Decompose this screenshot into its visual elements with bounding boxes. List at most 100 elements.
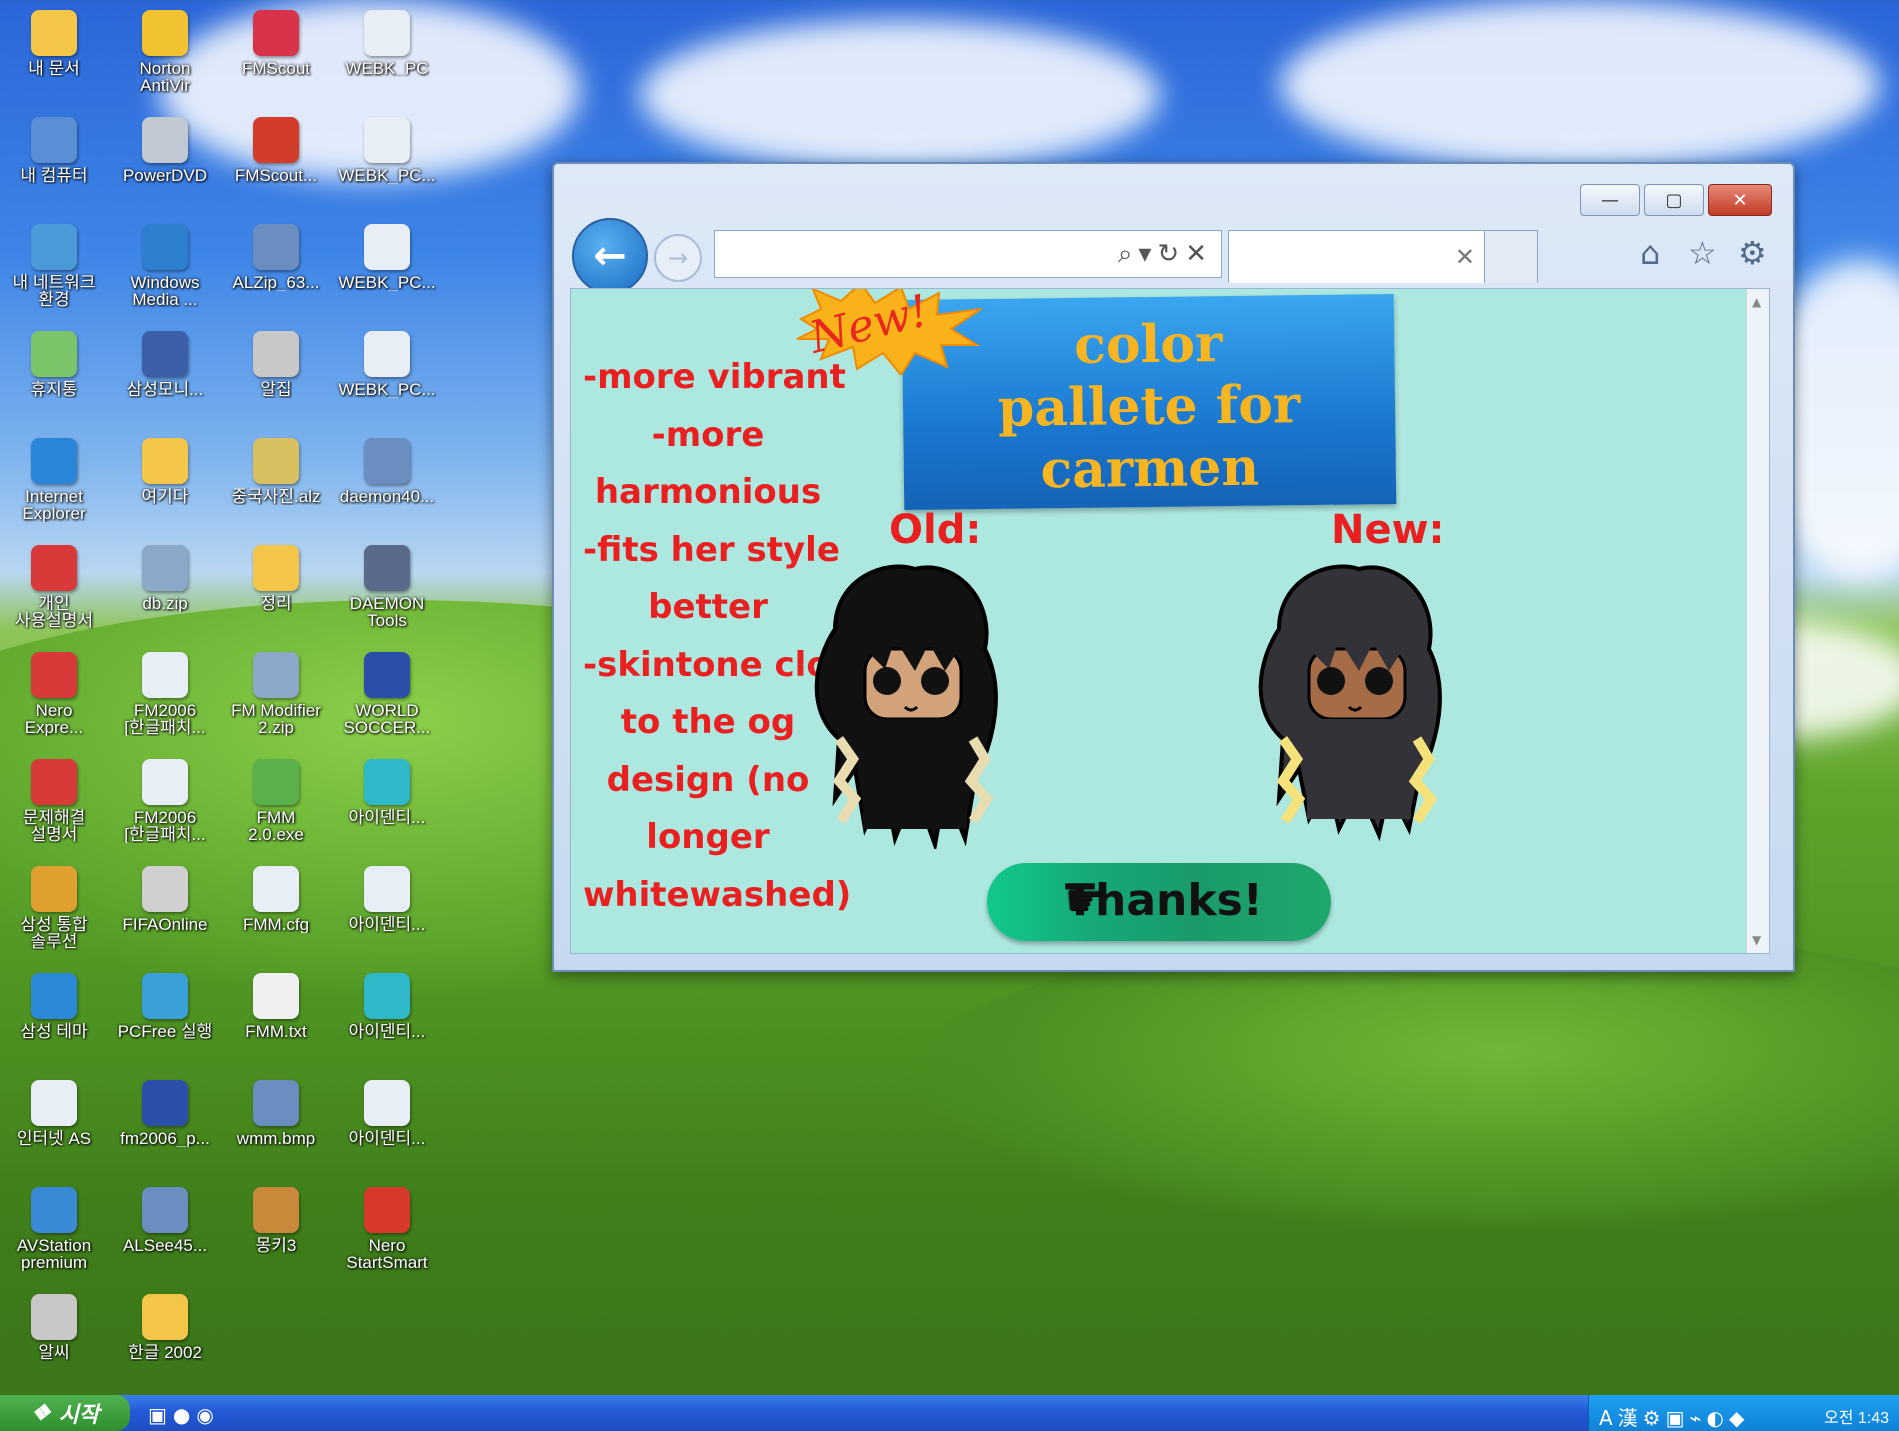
desktop-icon[interactable]: WORLD SOCCER... — [335, 644, 439, 744]
desktop-icon[interactable]: 알씨 — [2, 1286, 106, 1386]
desktop-icon[interactable]: wmm.bmp — [224, 1072, 328, 1172]
folder-icon — [142, 1294, 188, 1340]
media-quick-icon[interactable]: ◉ — [196, 1403, 219, 1427]
clock[interactable]: 오전 1:43 — [1824, 1404, 1889, 1428]
vertical-scrollbar[interactable]: ▲ ▼ — [1746, 289, 1769, 953]
desktop-icon[interactable]: db.zip — [113, 537, 217, 637]
desktop-icon[interactable]: WEBK_PC... — [335, 109, 439, 209]
desktop-icon[interactable]: 아이덴티... — [335, 751, 439, 851]
new-badge: New! — [791, 289, 991, 377]
desktop-icon[interactable]: WEBK_PC — [335, 2, 439, 102]
alzip-icon — [253, 224, 299, 270]
minimize-button[interactable]: — — [1580, 184, 1640, 216]
desktop-icon[interactable]: 삼성 통합 솔루션 — [2, 858, 106, 958]
desktop-icon[interactable]: 휴지통 — [2, 323, 106, 423]
start-button[interactable]: ❖ 시작 — [0, 1395, 130, 1431]
desktop-icon[interactable]: 개인 사용설명서 — [2, 537, 106, 637]
desktop-icon-label: 알씨 — [38, 1344, 70, 1361]
desktop-icon-label: 알집 — [260, 381, 292, 398]
start-label: 시작 — [58, 1402, 100, 1427]
pdf-icon — [31, 759, 77, 805]
scroll-down-icon[interactable]: ▼ — [1752, 933, 1761, 947]
desktop-icon[interactable]: Norton AntiVir — [113, 2, 217, 102]
address-tools-icons[interactable]: ⌕▾↻✕ — [1118, 239, 1213, 270]
desktop-icon-label: WEBK_PC... — [338, 381, 436, 398]
desktop-icon[interactable]: ALZip_63... — [224, 216, 328, 316]
desktop-icon-label: 정리 — [260, 595, 292, 612]
desktop-icon[interactable]: fm2006_p... — [113, 1072, 217, 1172]
desktop-icon[interactable]: 내 문서 — [2, 2, 106, 102]
desktop-icon[interactable]: FMM.cfg — [224, 858, 328, 958]
desktop-icon-label: 아이덴티... — [348, 1023, 426, 1040]
desktop-icon[interactable]: WEBK_PC... — [335, 216, 439, 316]
desktop-icon[interactable]: ALSee45... — [113, 1179, 217, 1279]
maximize-button[interactable]: ▢ — [1644, 184, 1704, 216]
desktop-icon[interactable]: FMM.txt — [224, 965, 328, 1065]
document-icon — [364, 117, 410, 163]
back-button[interactable]: ← — [572, 218, 648, 294]
desktop-icon[interactable]: AVStation premium — [2, 1179, 106, 1279]
desktop-icon[interactable]: FIFAOnline — [113, 858, 217, 958]
close-button[interactable]: ✕ — [1708, 184, 1772, 216]
desktop-icon-label: 몽키3 — [255, 1237, 297, 1254]
star-icon[interactable]: ☆ — [1688, 234, 1717, 272]
desktop-icon[interactable]: 알집 — [224, 323, 328, 423]
desktop-icon[interactable]: 여기다 — [113, 430, 217, 530]
thanks-button[interactable]: Thanks! ☛ — [987, 863, 1331, 941]
desktop-icon[interactable]: 내 컴퓨터 — [2, 109, 106, 209]
desktop-icon[interactable]: DAEMON Tools — [335, 537, 439, 637]
browser-window: — ▢ ✕ ← → ⌕▾↻✕ ✕ ⌂ ☆ ⚙ -more vibrant -mo… — [552, 162, 1795, 972]
banner-line: carmen — [1040, 436, 1260, 501]
desktop-icon[interactable]: 정리 — [224, 537, 328, 637]
forward-button[interactable]: → — [654, 234, 702, 282]
desktop-icon[interactable]: 문제해결 설명서 — [2, 751, 106, 851]
desktop-icon-label: 내 컴퓨터 — [20, 167, 88, 184]
desktop-icon[interactable]: 삼성 테마 — [2, 965, 106, 1065]
desktop-icon[interactable]: FMM 2.0.exe — [224, 751, 328, 851]
desktop-icon-label: 한글 2002 — [128, 1344, 202, 1361]
home-icon[interactable]: ⌂ — [1640, 234, 1660, 272]
recycle-bin-icon — [31, 331, 77, 377]
monkey-icon — [253, 1187, 299, 1233]
tray-icons[interactable]: A漢⚙▣⌁◐◆ — [1599, 1402, 1749, 1431]
new-tab-button[interactable] — [1484, 230, 1538, 283]
desktop-icon[interactable]: PowerDVD — [113, 109, 217, 209]
desktop-icon-label: FM2006 [한글패치... — [124, 702, 206, 736]
desktop-icon[interactable]: 한글 2002 — [113, 1286, 217, 1386]
desktop-icon[interactable]: Nero StartSmart — [335, 1179, 439, 1279]
scroll-up-icon[interactable]: ▲ — [1752, 295, 1761, 309]
desktop-icon[interactable]: 아이덴티... — [335, 858, 439, 958]
desktop-icon[interactable]: FM Modifier 2.zip — [224, 644, 328, 744]
desktop-icon-label: FIFAOnline — [122, 916, 208, 933]
desktop-icon[interactable]: 인터넷 AS — [2, 1072, 106, 1172]
desktop-icon[interactable]: FMScout... — [224, 109, 328, 209]
desktop-icon[interactable]: 몽키3 — [224, 1179, 328, 1279]
old-character-drawing — [814, 564, 998, 849]
desktop-icon[interactable]: 중국사진.alz — [224, 430, 328, 530]
alsee-icon — [142, 1187, 188, 1233]
quick-launch[interactable]: ▣●◉ — [148, 1403, 220, 1427]
browser-quick-icon[interactable]: ● — [173, 1403, 196, 1427]
desktop-icon[interactable]: WEBK_PC... — [335, 323, 439, 423]
show-desktop-icon[interactable]: ▣ — [148, 1403, 173, 1427]
desktop-icon[interactable]: Nero Expre... — [2, 644, 106, 744]
desktop-icon[interactable]: Windows Media ... — [113, 216, 217, 316]
desktop-icon[interactable]: PCFree 실행 — [113, 965, 217, 1065]
desktop-icon[interactable]: FMScout — [224, 2, 328, 102]
gear-icon[interactable]: ⚙ — [1738, 234, 1767, 272]
desktop-icon[interactable]: FM2006 [한글패치... — [113, 644, 217, 744]
tab-close-icon[interactable]: ✕ — [1455, 243, 1475, 271]
desktop-icon[interactable]: 내 네트워크 환경 — [2, 216, 106, 316]
desktop-icon-label: 문제해결 설명서 — [22, 809, 86, 843]
desktop-icon-label: 내 네트워크 환경 — [12, 274, 96, 308]
document-icon — [364, 1080, 410, 1126]
desktop-icon[interactable]: Internet Explorer — [2, 430, 106, 530]
browser-tab[interactable]: ✕ — [1228, 230, 1486, 283]
internet-explorer-icon — [31, 438, 77, 484]
desktop-icon[interactable]: 아이덴티... — [335, 965, 439, 1065]
address-bar[interactable]: ⌕▾↻✕ — [714, 230, 1222, 278]
desktop-icon[interactable]: 아이덴티... — [335, 1072, 439, 1172]
desktop-icon[interactable]: FM2006 [한글패치... — [113, 751, 217, 851]
desktop-icon[interactable]: daemon40... — [335, 430, 439, 530]
desktop-icon[interactable]: 삼성모니... — [113, 323, 217, 423]
